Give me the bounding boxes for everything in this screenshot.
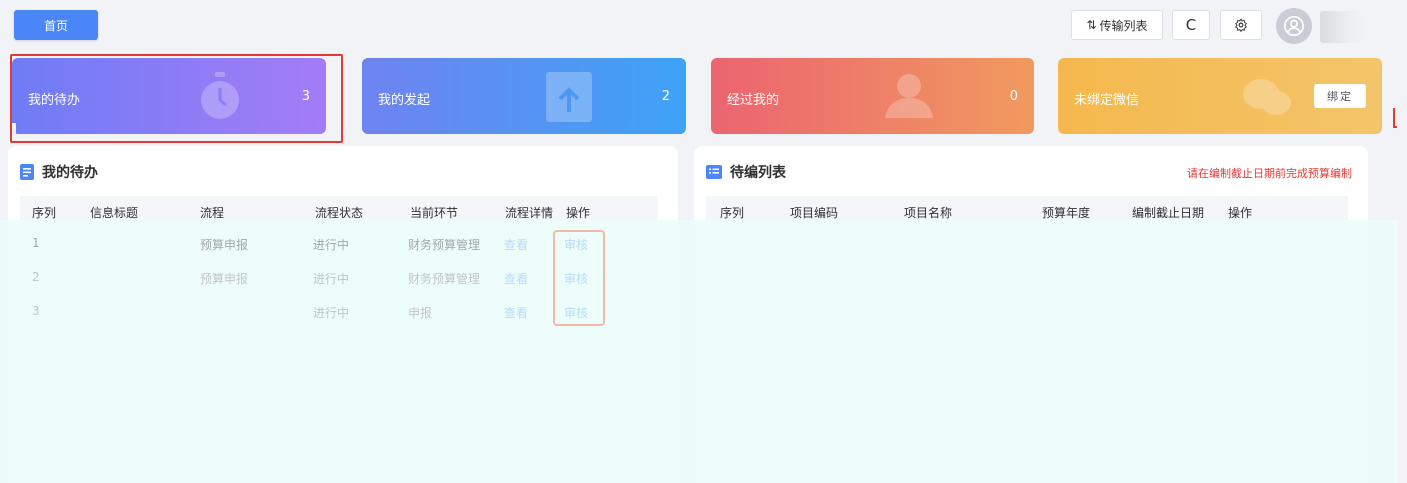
started-card[interactable]: 我的发起 2 [362,58,686,134]
loading-mask [0,220,1398,483]
col-title: 信息标题 [90,206,139,220]
todo-panel-title-text: 我的待办 [42,165,98,181]
todo-panel-title: 我的待办 [20,162,98,182]
row1-seq: 1 [32,236,40,250]
row2-seq: 2 [32,270,40,284]
col-action: 操作 [566,206,591,220]
edit-panel-title-text: 待编列表 [730,165,786,181]
transfer-arrows-icon: ⇅ [1086,18,1097,32]
wechat-icon [1243,79,1291,115]
wechat-card: 未绑定微信 绑定 [1058,58,1382,134]
wechat-card-highlight-edge [1393,108,1397,128]
person-icon [885,74,933,118]
folder-list-icon [706,165,722,179]
row1-flow: 预算申报 [200,238,249,252]
col-project-name: 项目名称 [904,206,953,220]
todo-card[interactable]: 我的待办 3 [12,58,326,134]
col-status: 流程状态 [315,206,364,220]
row1-stage: 财务预算管理 [408,238,481,252]
started-card-label: 我的发起 [378,93,431,108]
wechat-card-label: 未绑定微信 [1074,93,1140,108]
col-project-code: 项目编码 [790,206,839,220]
started-card-count: 2 [661,89,670,104]
bind-wechat-button[interactable]: 绑定 [1314,84,1366,108]
list-document-icon [20,164,34,180]
edit-panel-title: 待编列表 [706,162,786,182]
passed-card-label: 经过我的 [727,93,780,108]
col-action: 操作 [1228,206,1253,220]
deadline-notice: 请在编制截止日期前完成预算编制 [1187,167,1352,180]
transfer-list-button[interactable]: ⇅ 传输列表 [1071,10,1163,40]
row3-stage: 申报 [408,306,433,320]
col-seq: 序列 [32,206,57,220]
user-icon [1284,16,1304,36]
top-bar: 首页 ⇅ 传输列表 C [0,0,1407,48]
home-tab-button[interactable]: 首页 [14,10,98,40]
row2-detail-link[interactable]: 查看 [504,270,528,287]
gear-icon [1235,18,1247,32]
col-seq: 序列 [720,206,745,220]
upload-document-icon [546,72,592,122]
stopwatch-icon [201,72,239,119]
refresh-icon: C [1185,16,1197,34]
passed-card[interactable]: 经过我的 0 [711,58,1034,134]
passed-card-count: 0 [1009,89,1018,104]
row2-stage: 财务预算管理 [408,272,481,286]
refresh-button[interactable]: C [1172,10,1210,40]
col-budget-year: 预算年度 [1042,206,1091,220]
transfer-list-label: 传输列表 [1099,18,1148,33]
todo-card-label: 我的待办 [28,93,81,108]
row3-status: 进行中 [313,306,350,320]
row2-status: 进行中 [313,272,350,286]
row1-detail-link[interactable]: 查看 [504,236,528,253]
col-deadline: 编制截止日期 [1132,206,1205,220]
row2-flow: 预算申报 [200,272,249,286]
todo-card-count: 3 [301,89,310,104]
row3-seq: 3 [32,304,40,318]
col-stage: 当前环节 [410,206,459,220]
action-column-highlight [553,230,605,326]
settings-button[interactable] [1220,10,1262,40]
col-flow: 流程 [200,206,225,220]
username-redacted[interactable] [1320,11,1366,43]
col-detail: 流程详情 [505,206,554,220]
row3-detail-link[interactable]: 查看 [504,304,528,321]
row1-status: 进行中 [313,238,350,252]
user-avatar[interactable] [1276,8,1312,44]
